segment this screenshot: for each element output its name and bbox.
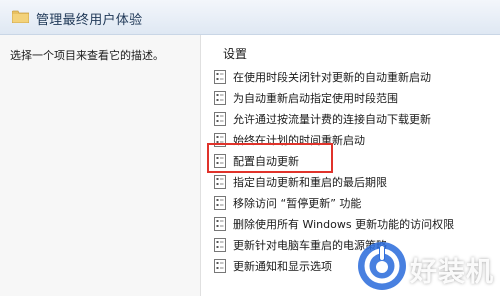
- setting-item[interactable]: 允许通过按流量计费的连接自动下载更新: [214, 108, 454, 129]
- policy-setting-icon: [214, 111, 226, 126]
- setting-label: 指定自动更新和重启的最后期限: [233, 175, 387, 189]
- title-bar: 管理最终用户体验: [0, 0, 500, 35]
- column-header-settings[interactable]: 设置: [223, 45, 247, 62]
- setting-label: 删除使用所有 Windows 更新功能的访问权限: [233, 217, 455, 231]
- policy-setting-icon: [214, 90, 226, 105]
- setting-item[interactable]: 在使用时段关闭针对更新的自动重新启动: [214, 66, 454, 87]
- policy-setting-icon: [214, 237, 226, 252]
- policy-setting-icon: [214, 216, 226, 231]
- setting-label: 更新通知和显示选项: [233, 259, 332, 273]
- setting-item[interactable]: 删除使用所有 Windows 更新功能的访问权限: [214, 213, 454, 234]
- policy-setting-icon: [214, 69, 226, 84]
- watermark: 好装机: [358, 242, 500, 296]
- description-text: 选择一个项目来查看它的描述。: [10, 49, 164, 62]
- logo-icon: [358, 242, 406, 290]
- setting-item[interactable]: 移除访问 “暂停更新” 功能: [214, 192, 454, 213]
- setting-item[interactable]: 为自动重新启动指定使用时段范围: [214, 87, 454, 108]
- setting-item[interactable]: 指定自动更新和重启的最后期限: [214, 171, 454, 192]
- watermark-text: 好装机: [410, 257, 494, 288]
- description-pane: 选择一个项目来查看它的描述。: [0, 35, 201, 296]
- folder-icon: [12, 10, 29, 23]
- policy-setting-icon: [214, 258, 226, 273]
- window-title: 管理最终用户体验: [36, 13, 143, 28]
- setting-label: 在使用时段关闭针对更新的自动重新启动: [233, 70, 431, 84]
- setting-label: 为自动重新启动指定使用时段范围: [233, 91, 398, 105]
- policy-setting-icon: [214, 195, 226, 210]
- policy-setting-icon: [214, 174, 226, 189]
- highlight-box: [207, 143, 333, 173]
- setting-label: 允许通过按流量计费的连接自动下载更新: [233, 112, 431, 126]
- setting-label: 移除访问 “暂停更新” 功能: [233, 196, 362, 210]
